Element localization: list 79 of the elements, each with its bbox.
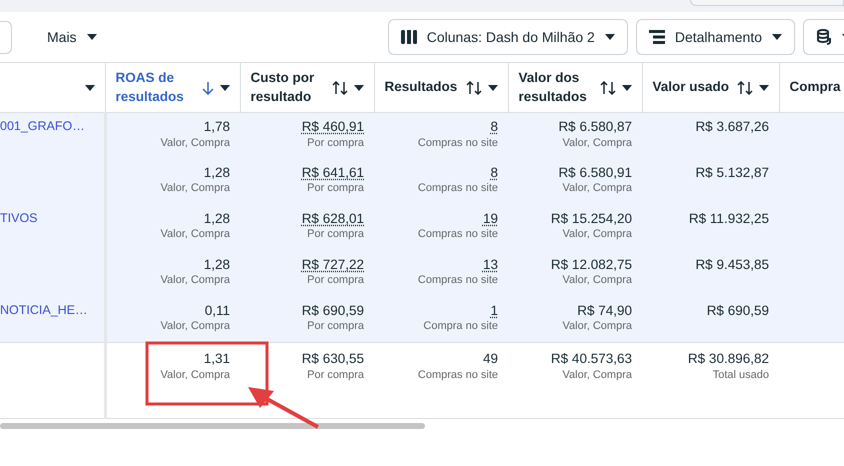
cell-note: Por compra <box>306 273 364 288</box>
cell-note: Por compra <box>306 319 364 334</box>
cell-value: 8 <box>489 118 498 136</box>
cell-note: Por compra <box>306 181 364 196</box>
campaign-name-link[interactable]: NOTICIA_HE… <box>0 302 88 318</box>
sort-down-icon[interactable] <box>202 80 214 94</box>
sort-icon[interactable] <box>332 80 348 94</box>
cell-value: 1 <box>489 302 498 320</box>
cell-note: Valor, Compra <box>160 319 230 334</box>
columns-icon <box>400 30 417 44</box>
campaign-name-link[interactable]: 001_GRAFO… <box>0 118 85 134</box>
cell-value: R$ 30.896,82 <box>686 350 769 368</box>
columns-button[interactable]: Colunas: Dash do Milhão 2 <box>388 19 628 55</box>
cell-value: R$ 3.687,26 <box>694 118 769 136</box>
cell-note: Por compra <box>306 368 364 382</box>
cell-note: Valor, Compra <box>160 273 230 288</box>
cell-value: R$ 9.453,85 <box>694 256 769 274</box>
cell-value: R$ 11.932,25 <box>688 210 769 228</box>
caret-icon[interactable] <box>84 84 94 90</box>
cell-value: 0,11 <box>204 302 230 320</box>
caret-icon <box>604 34 615 40</box>
cell-value: 1,78 <box>202 118 230 136</box>
cell-note: Valor, Compra <box>160 227 230 242</box>
caret-icon[interactable] <box>354 84 364 90</box>
cell-value: 1,31 <box>202 350 230 368</box>
cell-note: Valor, Compra <box>562 368 632 382</box>
caret-icon <box>86 34 97 40</box>
cell-note: Valor, Compra <box>562 181 632 196</box>
cell-note: Compras no site <box>416 273 498 288</box>
cell-value: 1,28 <box>202 164 230 182</box>
caret-icon[interactable] <box>220 84 230 90</box>
caret-icon[interactable] <box>488 84 498 90</box>
cell-value: R$ 690,59 <box>706 302 769 320</box>
sort-icon[interactable] <box>466 80 482 94</box>
cell-note: Compras no site <box>416 181 498 196</box>
cell-value: R$ 74,90 <box>576 302 632 320</box>
cell-note: Valor, Compra <box>562 136 632 150</box>
cell-value: 13 <box>482 256 498 274</box>
cell-value: 1,28 <box>202 256 230 274</box>
cell-value: R$ 630,55 <box>300 350 364 368</box>
cell-note: Valor, Compra <box>562 319 632 334</box>
cell-value: R$ 5.132,87 <box>694 164 769 182</box>
cell-value: R$ 690,59 <box>300 302 364 320</box>
cell-note: Compras no site <box>416 136 498 150</box>
cell-value: 19 <box>482 210 498 228</box>
cell-note: Valor, Compra <box>562 227 632 242</box>
cell-note: Total usado <box>712 368 769 382</box>
cell-note: Por compra <box>306 136 364 150</box>
cell-value: 8 <box>489 164 498 182</box>
cell-note: Valor, Compra <box>160 368 230 382</box>
cell-note: Compras no site <box>416 227 498 242</box>
breakdown-icon <box>648 30 665 44</box>
cell-note: Compra no site <box>422 319 498 334</box>
cell-note: Valor, Compra <box>160 181 230 196</box>
cell-note: Por compra <box>306 227 364 242</box>
cell-value: 1,28 <box>202 210 230 228</box>
caret-icon[interactable] <box>758 84 768 90</box>
campaign-name-link[interactable]: TIVOS <box>0 210 38 226</box>
input-field[interactable] <box>0 20 12 54</box>
sort-icon[interactable] <box>736 80 752 94</box>
caret-icon[interactable] <box>622 84 632 90</box>
cell-note: Valor, Compra <box>160 136 230 150</box>
stack-icon <box>816 29 832 45</box>
cell-value: R$ 15.254,20 <box>550 210 632 228</box>
cell-value: R$ 641,61 <box>300 164 364 182</box>
caret-icon <box>772 34 782 40</box>
breakdown-button[interactable]: Detalhamento <box>636 19 795 55</box>
cell-note: Compras no site <box>416 368 498 382</box>
cell-note: Valor, Compra <box>562 273 632 288</box>
cell-value: R$ 6.580,87 <box>557 118 632 136</box>
cell-value: R$ 6.580,91 <box>557 164 632 182</box>
cell-value: R$ 12.082,75 <box>550 256 632 274</box>
cell-value: R$ 460,91 <box>300 118 364 136</box>
cell-value: R$ 40.573,63 <box>550 350 632 368</box>
sort-icon[interactable] <box>600 80 616 94</box>
cell-value: R$ 628,01 <box>300 210 364 228</box>
cell-value: R$ 727,22 <box>300 256 364 274</box>
scrollbar[interactable] <box>0 423 425 429</box>
cell-value: 49 <box>482 350 498 368</box>
